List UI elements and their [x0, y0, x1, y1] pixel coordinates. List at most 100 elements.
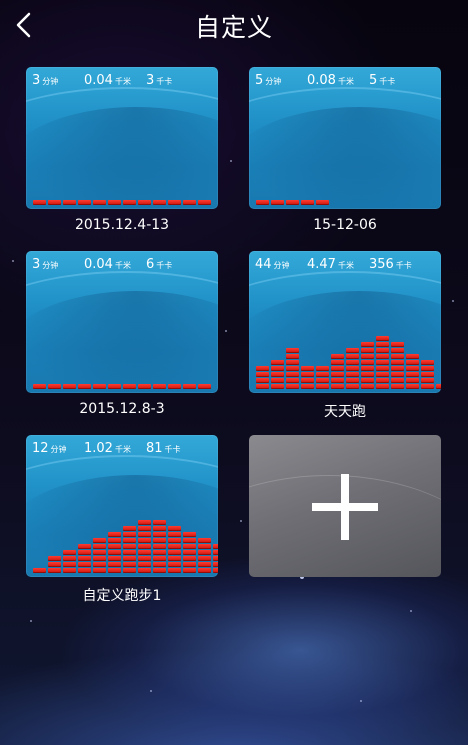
intensity-bar-cell: [108, 550, 121, 555]
intensity-bar-cell: [346, 384, 359, 389]
intensity-bar-cell: [63, 556, 76, 561]
intensity-bar-cell: [198, 550, 211, 555]
intensity-bar-cell: [168, 550, 181, 555]
intensity-bar-cell: [123, 526, 136, 531]
intensity-bar-cell: [391, 384, 404, 389]
intensity-bar-cell: [376, 372, 389, 377]
intensity-bar-cell: [213, 550, 218, 555]
intensity-bar-cell: [108, 200, 121, 205]
intensity-bar-cell: [138, 550, 151, 555]
intensity-bar-cell: [316, 384, 329, 389]
plan-name: 自定义跑步1: [82, 588, 162, 604]
intensity-bar-cell: [108, 532, 121, 537]
intensity-bar-cell: [183, 200, 196, 205]
intensity-bar-cell: [361, 342, 374, 347]
intensity-bar-cell: [168, 544, 181, 549]
intensity-bar-cell: [346, 360, 359, 365]
intensity-bar-cell: [331, 378, 344, 383]
intensity-bar-cell: [301, 366, 314, 371]
intensity-bar-cell: [406, 354, 419, 359]
intensity-bar-cell: [286, 354, 299, 359]
intensity-bar-cell: [63, 568, 76, 573]
intensity-bar-cell: [93, 568, 106, 573]
intensity-bar-cell: [168, 568, 181, 573]
intensity-bar-cell: [168, 526, 181, 531]
intensity-bar-cell: [331, 372, 344, 377]
plan-card[interactable]: 44 分钟 4.47 千米 356 千卡 天天跑: [249, 251, 441, 420]
intensity-bar-cell: [316, 366, 329, 371]
intensity-bar-cell: [138, 556, 151, 561]
intensity-bar-cell: [153, 538, 166, 543]
plan-name: 天天跑: [324, 404, 366, 420]
intensity-bars: [26, 435, 218, 577]
intensity-bar-cell: [168, 538, 181, 543]
intensity-bar-cell: [391, 354, 404, 359]
intensity-bar-cell: [316, 200, 329, 205]
intensity-bar-cell: [93, 384, 106, 389]
intensity-bar-cell: [33, 568, 46, 573]
intensity-bar-cell: [213, 562, 218, 567]
plan-card[interactable]: 3 分钟 0.04 千米 6 千卡 2015.12.8-3: [26, 251, 218, 417]
plan-card-bg: 12 分钟 1.02 千米 81 千卡: [26, 435, 218, 577]
intensity-bar-cell: [391, 366, 404, 371]
intensity-bar-cell: [138, 532, 151, 537]
intensity-bar-cell: [138, 200, 151, 205]
intensity-bar-cell: [316, 372, 329, 377]
intensity-bar-cell: [406, 378, 419, 383]
intensity-bars: [26, 67, 218, 209]
intensity-bar-cell: [138, 384, 151, 389]
intensity-bar-cell: [183, 562, 196, 567]
plan-card-bg: 44 分钟 4.47 千米 356 千卡: [249, 251, 441, 393]
plan-card[interactable]: 12 分钟 1.02 千米 81 千卡 自定义跑步1: [26, 435, 218, 604]
add-plan-button[interactable]: [249, 435, 441, 577]
intensity-bar-cell: [391, 372, 404, 377]
intensity-bar-cell: [108, 544, 121, 549]
intensity-bar-cell: [391, 342, 404, 347]
plan-card[interactable]: 3 分钟 0.04 千米 3 千卡 2015.12.4-13: [26, 67, 218, 233]
intensity-bar-cell: [286, 372, 299, 377]
intensity-bar-cell: [376, 336, 389, 341]
intensity-bar-cell: [93, 556, 106, 561]
intensity-bar-cell: [421, 372, 434, 377]
intensity-bar-cell: [168, 384, 181, 389]
intensity-bar-cell: [138, 562, 151, 567]
intensity-bars: [249, 67, 441, 209]
intensity-bar-cell: [331, 366, 344, 371]
intensity-bar-cell: [168, 562, 181, 567]
intensity-bar-cell: [286, 384, 299, 389]
intensity-bar-cell: [183, 568, 196, 573]
intensity-bar-cell: [286, 360, 299, 365]
intensity-bar-cell: [48, 562, 61, 567]
intensity-bar-cell: [376, 348, 389, 353]
intensity-bar-cell: [331, 384, 344, 389]
intensity-bar-cell: [168, 532, 181, 537]
intensity-bar-cell: [361, 372, 374, 377]
intensity-bar-cell: [376, 384, 389, 389]
intensity-bar-cell: [78, 544, 91, 549]
intensity-bar-cell: [421, 360, 434, 365]
intensity-bar-cell: [361, 366, 374, 371]
intensity-bar-cell: [123, 532, 136, 537]
intensity-bar-cell: [213, 556, 218, 561]
intensity-bar-cell: [406, 384, 419, 389]
intensity-bar-cell: [286, 348, 299, 353]
intensity-bar-cell: [256, 200, 269, 205]
intensity-bar-cell: [301, 384, 314, 389]
intensity-bar-cell: [198, 544, 211, 549]
intensity-bar-cell: [361, 378, 374, 383]
intensity-bar-cell: [123, 556, 136, 561]
intensity-bar-cell: [48, 556, 61, 561]
intensity-bar-cell: [78, 568, 91, 573]
intensity-bar-cell: [286, 378, 299, 383]
intensity-bar-cell: [78, 200, 91, 205]
intensity-bar-cell: [63, 550, 76, 555]
intensity-bar-cell: [138, 568, 151, 573]
intensity-bar-cell: [123, 568, 136, 573]
intensity-bar-cell: [436, 384, 441, 389]
plan-card[interactable]: 5 分钟 0.08 千米 5 千卡 15-12-06: [249, 67, 441, 233]
intensity-bar-cell: [301, 200, 314, 205]
intensity-bar-cell: [301, 378, 314, 383]
intensity-bar-cell: [331, 360, 344, 365]
intensity-bar-cell: [33, 384, 46, 389]
intensity-bar-cell: [376, 366, 389, 371]
